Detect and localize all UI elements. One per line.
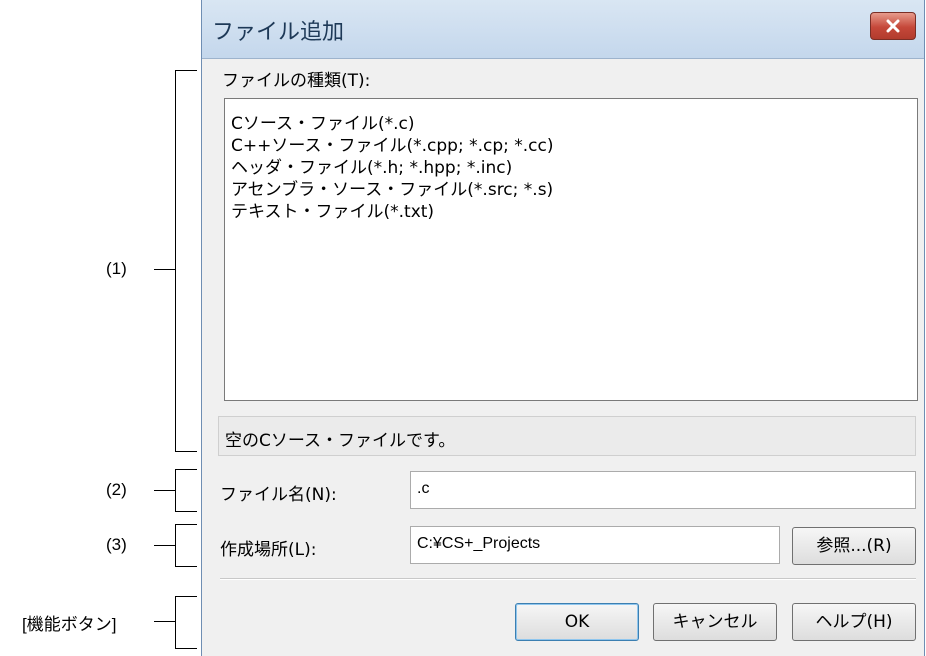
annotation-2: (2)	[106, 480, 127, 499]
file-name-value: .c	[417, 480, 430, 497]
annotation-4-bracket	[175, 596, 176, 648]
description-box: 空のCソース・ファイルです。	[218, 416, 916, 456]
file-name-label: ファイル名(N):	[220, 485, 337, 505]
annotation-1-tick	[154, 269, 175, 270]
file-type-list[interactable]: Cソース・ファイル(*.c) C++ソース・ファイル(*.cpp; *.cp; …	[224, 98, 918, 401]
annotation-1-bracket	[175, 70, 176, 451]
dialog-title: ファイル追加	[212, 20, 345, 45]
location-label: 作成場所(L):	[220, 540, 317, 560]
file-type-label: ファイルの種類(T):	[222, 71, 371, 91]
title-bar[interactable]: ファイル追加	[202, 0, 924, 59]
annotation-2-bracket	[175, 469, 176, 511]
file-name-input[interactable]: .c	[410, 471, 916, 509]
add-file-dialog: ファイル追加 ファイルの種類(T): Cソース・ファイル(*.c) C++ソース…	[201, 0, 925, 656]
location-input[interactable]: C:¥CS+_Projects	[410, 526, 780, 564]
divider	[220, 578, 916, 580]
annotation-function-buttons: [機能ボタン]	[22, 615, 117, 634]
close-button[interactable]	[870, 12, 916, 40]
annotation-1: (1)	[106, 259, 127, 278]
annotation-3-bracket	[175, 524, 176, 566]
annotation-4-tick	[154, 621, 175, 622]
location-value: C:¥CS+_Projects	[417, 535, 541, 552]
description-text: 空のCソース・ファイルです。	[225, 431, 456, 451]
cancel-button[interactable]: キャンセル	[653, 603, 777, 641]
annotation-2-tick	[154, 490, 175, 491]
browse-button[interactable]: 参照...(R)	[792, 527, 916, 565]
ok-button[interactable]: OK	[515, 603, 639, 641]
help-button[interactable]: ヘルプ(H)	[792, 603, 916, 641]
annotation-3-tick	[154, 545, 175, 546]
list-item[interactable]: テキスト・ファイル(*.txt)	[231, 197, 434, 222]
close-icon	[886, 19, 900, 33]
annotation-3: (3)	[106, 535, 127, 554]
